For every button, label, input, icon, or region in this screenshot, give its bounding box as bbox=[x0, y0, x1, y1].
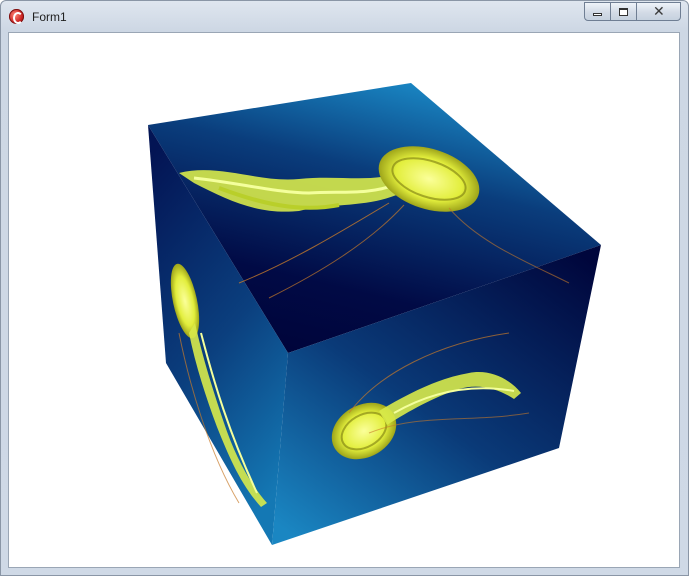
caption-buttons: ✕ bbox=[584, 2, 681, 22]
cube-render bbox=[148, 83, 601, 545]
app-icon[interactable] bbox=[9, 9, 24, 24]
close-button[interactable]: ✕ bbox=[636, 2, 681, 21]
title-bar[interactable]: Form1 ✕ bbox=[1, 1, 688, 31]
maximize-button[interactable] bbox=[610, 2, 637, 21]
minimize-button[interactable] bbox=[584, 2, 611, 21]
maximize-icon bbox=[619, 8, 628, 16]
app-window: Form1 ✕ bbox=[0, 0, 689, 576]
minimize-icon bbox=[593, 13, 602, 16]
close-icon: ✕ bbox=[653, 4, 665, 20]
window-title: Form1 bbox=[32, 10, 67, 24]
client-area bbox=[8, 32, 680, 568]
